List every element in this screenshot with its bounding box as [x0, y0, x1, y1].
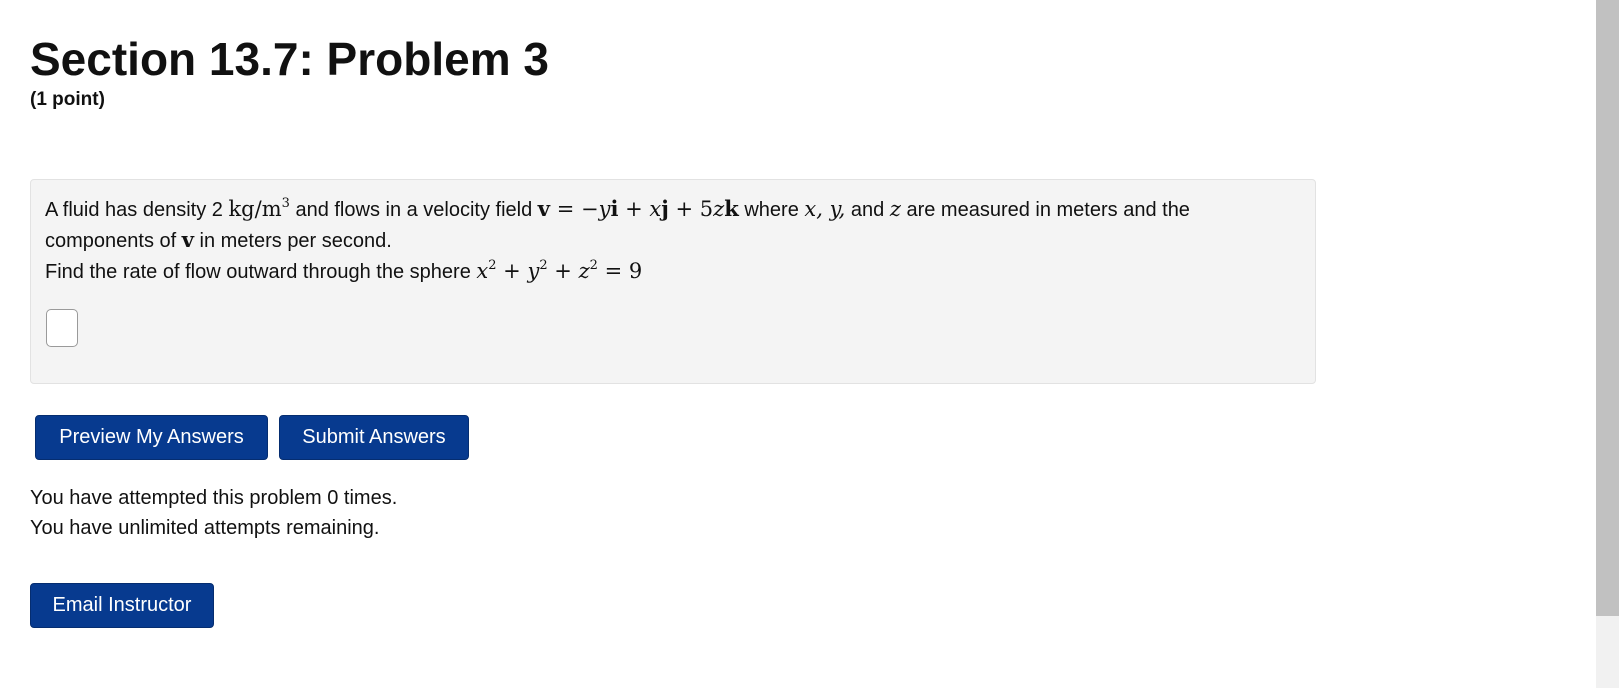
attempts-count-text: You have attempted this problem 0 times.	[30, 487, 398, 509]
problem-intro-text: A fluid has density 2	[45, 199, 229, 221]
preview-answers-button[interactable]: Preview My Answers	[35, 415, 268, 460]
problem-field-text: and flows in a velocity field	[289, 199, 538, 221]
velocity-field-expression: v = −yi + xj + 5zk	[537, 196, 739, 221]
problem-statement: A fluid has density 2 kg/m3 and flows in…	[45, 196, 1190, 283]
scrollbar-thumb[interactable]	[1596, 0, 1619, 616]
attempts-status: You have attempted this problem 0 times.…	[30, 483, 397, 543]
sphere-equation: x2 + y2 + z2 = 9	[476, 258, 643, 283]
velocity-symbol: v	[181, 227, 194, 252]
problem-page: Section 13.7: Problem 3 (1 point) A flui…	[0, 0, 1619, 688]
submit-answers-button[interactable]: Submit Answers	[279, 415, 469, 460]
problem-panel: A fluid has density 2 kg/m3 and flows in…	[30, 179, 1316, 384]
variable-z: z	[889, 197, 901, 221]
email-instructor-button[interactable]: Email Instructor	[30, 583, 214, 628]
answer-input[interactable]	[46, 309, 78, 347]
problem-where-text: where	[738, 199, 805, 221]
problem-question-text: Find the rate of flow outward through th…	[45, 261, 477, 283]
density-units: kg/m3	[228, 196, 290, 221]
problem-components-text: components of	[45, 230, 182, 252]
attempts-remaining-text: You have unlimited attempts remaining.	[30, 517, 380, 539]
vertical-scrollbar[interactable]	[1596, 0, 1619, 688]
page-title: Section 13.7: Problem 3	[30, 33, 549, 85]
problem-units-text: are measured in meters and the	[900, 199, 1190, 221]
variables-xy: x, y,	[804, 197, 846, 221]
points-label: (1 point)	[30, 89, 105, 110]
